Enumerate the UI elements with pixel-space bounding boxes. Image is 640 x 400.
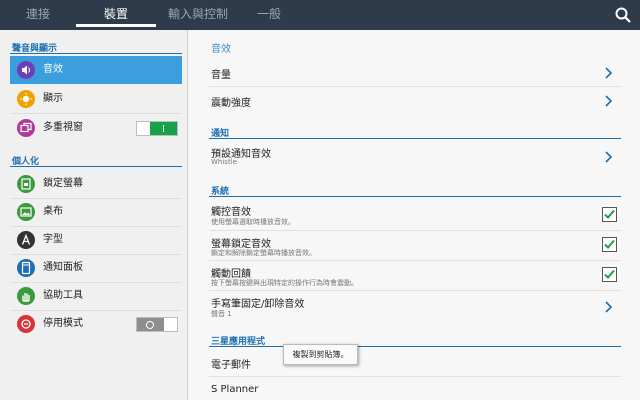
blocking-mode-toggle[interactable] <box>136 317 178 332</box>
sidebar-item-multi-window[interactable]: 多重視窗 <box>10 114 182 142</box>
row-title: 觸控音效 <box>211 207 251 218</box>
multi-window-icon <box>17 119 35 137</box>
tab-general[interactable]: 一般 <box>240 0 298 30</box>
chevron-right-icon <box>603 299 613 313</box>
row-title: 手寫筆固定/卸除音效 <box>211 299 305 310</box>
blocking-mode-icon <box>17 315 35 333</box>
sidebar-item-wallpaper[interactable]: 桌布 <box>10 198 182 226</box>
section-divider <box>10 53 182 54</box>
haptic-feedback-row[interactable]: 觸動回饋 按下螢幕按鍵與出現特定的操作行為時會震動。 <box>209 260 621 290</box>
volume-row[interactable]: 音量 <box>209 58 621 86</box>
sidebar-item-notification-panel[interactable]: 通知面板 <box>10 254 182 282</box>
haptic-feedback-checkbox[interactable] <box>602 267 617 282</box>
sidebar-item-font[interactable]: 字型 <box>10 226 182 254</box>
sound-settings-panel: 音效 音量 震動強度 通知 預設通知音效 Whistle 系統 觸控音效 使用螢… <box>189 30 640 400</box>
accessibility-icon <box>17 287 35 305</box>
screen-lock-sound-row[interactable]: 螢幕鎖定音效 鎖定和解除鎖定螢幕時播放音效。 <box>209 230 621 260</box>
row-subtitle: 鎖定和解除鎖定螢幕時播放音效。 <box>211 249 316 257</box>
s-planner-row[interactable]: S Planner <box>209 378 621 400</box>
lock-screen-icon <box>17 175 35 193</box>
row-title: 震動強度 <box>211 98 251 109</box>
brightness-icon <box>17 90 35 108</box>
sidebar-item-display[interactable]: 顯示 <box>10 85 182 113</box>
copied-to-clipboard-toast: 複製到剪貼簿。 <box>283 344 358 365</box>
wallpaper-icon <box>17 203 35 221</box>
row-subtitle: 聲音 1 <box>211 310 232 318</box>
font-icon <box>17 231 35 249</box>
sidebar-item-label: 音效 <box>43 64 63 75</box>
row-subtitle: 使用螢幕選取時播放音效。 <box>211 218 295 226</box>
sidebar-item-label: 協助工具 <box>43 290 83 301</box>
active-tab-indicator <box>76 24 156 27</box>
notification-panel-icon <box>17 259 35 277</box>
sidebar-item-label: 多重視窗 <box>43 122 83 133</box>
section-divider <box>209 196 621 197</box>
page-title: 音效 <box>211 44 231 55</box>
toggle-knob <box>137 318 164 331</box>
sidebar-item-accessibility[interactable]: 協助工具 <box>10 282 182 310</box>
sidebar-item-lock-screen[interactable]: 鎖定螢幕 <box>10 170 182 198</box>
row-title: S Planner <box>211 384 259 395</box>
row-subtitle: Whistle <box>211 158 237 166</box>
sidebar-item-label: 鎖定螢幕 <box>43 178 83 189</box>
email-row[interactable]: 電子郵件 <box>209 348 621 376</box>
section-divider <box>209 346 621 347</box>
sidebar-item-blocking-mode[interactable]: 停用模式 <box>10 310 182 338</box>
section-divider <box>10 166 182 167</box>
volume-icon <box>17 61 35 79</box>
sidebar-item-label: 字型 <box>43 234 63 245</box>
pen-attach-sound-row[interactable]: 手寫筆固定/卸除音效 聲音 1 <box>209 290 621 322</box>
sidebar-item-label: 通知面板 <box>43 262 83 273</box>
sidebar-item-label: 停用模式 <box>43 318 83 329</box>
tab-connections[interactable]: 連接 <box>0 0 76 30</box>
multi-window-toggle[interactable] <box>136 121 178 136</box>
toggle-knob <box>150 122 177 135</box>
row-subtitle: 按下螢幕按鍵與出現特定的操作行為時會震動。 <box>211 279 358 287</box>
row-title: 音量 <box>211 70 231 81</box>
settings-sidebar: 聲音與顯示 音效 顯示 多重視窗 個人化 鎖定螢幕 桌布 字型 通知面板 協助工… <box>0 30 188 400</box>
default-notification-sound-row[interactable]: 預設通知音效 Whistle <box>209 140 621 172</box>
top-tab-bar: 連接 裝置 輸入與控制 一般 <box>0 0 640 30</box>
tab-controls[interactable]: 輸入與控制 <box>156 0 240 30</box>
search-icon[interactable] <box>614 6 632 24</box>
touch-sounds-checkbox[interactable] <box>602 207 617 222</box>
sidebar-item-sound[interactable]: 音效 <box>10 56 182 84</box>
divider <box>209 376 621 377</box>
sidebar-item-label: 顯示 <box>43 93 63 104</box>
chevron-right-icon <box>603 65 613 79</box>
screen-lock-sound-checkbox[interactable] <box>602 237 617 252</box>
chevron-right-icon <box>603 149 613 163</box>
sidebar-item-label: 桌布 <box>43 206 63 217</box>
touch-sounds-row[interactable]: 觸控音效 使用螢幕選取時播放音效。 <box>209 198 621 230</box>
row-title: 電子郵件 <box>211 360 251 371</box>
vibration-intensity-row[interactable]: 震動強度 <box>209 86 621 114</box>
section-divider <box>209 138 621 139</box>
chevron-right-icon <box>603 93 613 107</box>
